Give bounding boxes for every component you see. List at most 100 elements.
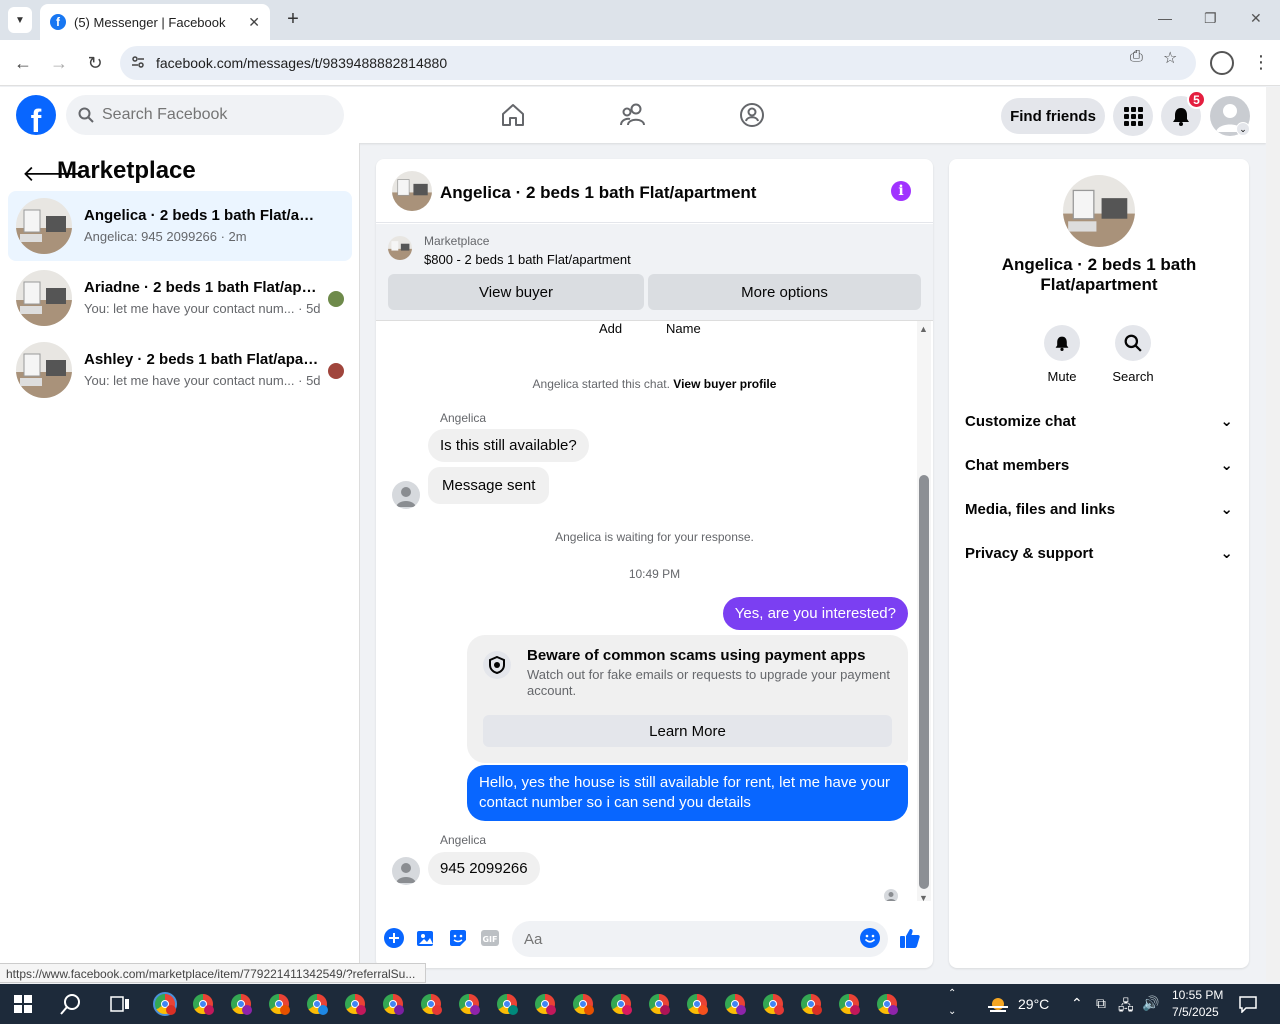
tab-search-dropdown[interactable]: ▼ [8,7,32,33]
conversation-item[interactable]: Angelica · 2 beds 1 bath Flat/apart... A… [8,191,352,261]
chrome-icon[interactable] [837,992,861,1016]
chrome-icon[interactable] [343,992,367,1016]
photo-icon[interactable] [415,927,437,949]
page-scrollbar[interactable] [1266,87,1280,982]
back-icon[interactable]: ← [12,52,34,74]
view-buyer-profile-link[interactable]: View buyer profile [673,377,776,391]
chat-members-row[interactable]: Chat members ⌄ [965,445,1233,485]
chrome-icon[interactable] [799,992,823,1016]
bell-icon[interactable] [1044,325,1080,361]
chrome-icon[interactable] [495,992,519,1016]
info-icon[interactable]: i [891,181,911,201]
incoming-message[interactable]: 945 2099266 [428,852,540,885]
search-icon[interactable] [1115,325,1151,361]
chrome-icon[interactable] [647,992,671,1016]
chrome-icon[interactable] [533,992,557,1016]
search-input[interactable] [102,106,322,124]
chrome-icon[interactable] [685,992,709,1016]
emoji-icon[interactable] [859,927,881,949]
chrome-icon[interactable] [609,992,633,1016]
chrome-icon[interactable] [267,992,291,1016]
taskbar-app-icon[interactable] [153,992,177,1016]
privacy-support-row[interactable]: Privacy & support ⌄ [965,533,1233,573]
reload-icon[interactable]: ↻ [84,52,106,74]
taskbar-search-icon[interactable] [60,993,82,1015]
chrome-icon[interactable] [571,992,595,1016]
home-icon[interactable] [497,99,529,131]
browser-menu-icon[interactable]: ⋮ [1252,52,1270,73]
sender-avatar[interactable] [392,481,420,509]
task-view-icon[interactable] [110,995,130,1013]
chrome-icon[interactable] [875,992,899,1016]
message-input-box[interactable] [512,921,888,957]
facebook-logo-icon[interactable]: f [16,95,56,135]
browser-tab-active[interactable]: f (5) Messenger | Facebook ✕ [40,4,270,40]
site-settings-icon[interactable] [130,54,146,70]
volume-icon[interactable]: 🔊 [1142,995,1159,1012]
find-friends-button[interactable]: Find friends [1001,98,1105,134]
notifications-center-icon[interactable] [1238,995,1258,1013]
chat-title[interactable]: Angelica · 2 beds 1 bath Flat/apartment [440,183,756,203]
mute-action[interactable]: Mute [1032,325,1092,384]
minimize-icon[interactable]: — [1158,10,1172,26]
thread-scroll-thumb[interactable] [919,475,929,889]
listing-price-title[interactable]: $800 - 2 beds 1 bath Flat/apartment [424,252,631,267]
forward-icon[interactable]: → [48,52,70,74]
browser-profile-icon[interactable] [1210,51,1234,75]
gif-icon[interactable]: GIF [479,927,501,949]
incoming-message[interactable]: Is this still available? [428,429,589,462]
learn-more-button[interactable]: Learn More [483,715,892,747]
tray-chevron-icon[interactable]: ⌃ [1071,995,1083,1012]
meet-now-icon[interactable]: ⧉ [1096,995,1106,1012]
message-input[interactable] [524,930,844,948]
conversation-item[interactable]: Ariadne · 2 beds 1 bath Flat/apa... You:… [8,263,352,333]
sender-avatar[interactable] [392,857,420,885]
clock-time[interactable]: 10:55 PM [1172,988,1223,1002]
search-action[interactable]: Search [1103,325,1163,384]
customize-chat-row[interactable]: Customize chat ⌄ [965,401,1233,441]
more-options-button[interactable]: More options [648,274,921,310]
conversation-item[interactable]: Ashley · 2 beds 1 bath Flat/apart... You… [8,335,352,405]
menu-grid-icon[interactable] [1113,96,1153,136]
view-buyer-button[interactable]: View buyer [388,274,644,310]
chrome-icon[interactable] [229,992,253,1016]
windows-start-icon[interactable] [14,995,32,1013]
outgoing-message[interactable]: Hello, yes the house is still available … [467,765,908,821]
thumbs-up-icon[interactable] [899,927,921,949]
url-omnibox[interactable]: facebook.com/messages/t/9839488882814880 [120,46,1196,80]
chrome-icon[interactable] [191,992,215,1016]
chrome-icon[interactable] [305,992,329,1016]
window-close-icon[interactable]: ✕ [1250,10,1262,27]
groups-icon[interactable] [736,99,768,131]
tab-close-icon[interactable]: ✕ [248,14,260,31]
message-thread[interactable]: Add Name Angelica started this chat. Vie… [376,321,933,901]
install-app-icon[interactable]: ⎙ [1130,48,1143,66]
details-listing-thumbnail[interactable] [1063,175,1135,247]
sticker-icon[interactable] [447,927,469,949]
incoming-message[interactable]: Message sent [428,467,550,504]
chrome-icon[interactable] [723,992,747,1016]
clock-date[interactable]: 7/5/2025 [1172,1005,1219,1019]
weather-icon[interactable] [986,993,1010,1015]
weather-temp[interactable]: 29°C [1018,996,1049,1012]
scroll-down-icon[interactable]: ▼ [919,893,928,903]
network-icon[interactable]: 🖧 [1118,995,1134,1019]
account-chevron-icon[interactable]: ⌄ [1236,122,1250,136]
tray-up-icon[interactable]: ⌃ [948,988,956,999]
more-actions-icon[interactable] [383,927,405,949]
outgoing-message[interactable]: Yes, are you interested? [722,597,908,630]
scroll-up-icon[interactable]: ▲ [919,324,928,334]
media-files-links-row[interactable]: Media, files and links ⌄ [965,489,1233,529]
restore-icon[interactable]: ❐ [1204,10,1217,27]
bookmark-star-icon[interactable]: ☆ [1163,48,1177,68]
chrome-icon[interactable] [761,992,785,1016]
chrome-icon[interactable] [419,992,443,1016]
chrome-icon[interactable] [457,992,481,1016]
tray-down-icon[interactable]: ⌄ [948,1006,956,1017]
friends-icon[interactable] [617,99,649,131]
banner-listing-thumbnail[interactable] [388,236,412,260]
facebook-search[interactable] [66,95,344,135]
chat-listing-thumbnail[interactable] [392,171,432,211]
new-tab-button[interactable]: + [282,8,304,30]
chrome-icon[interactable] [381,992,405,1016]
